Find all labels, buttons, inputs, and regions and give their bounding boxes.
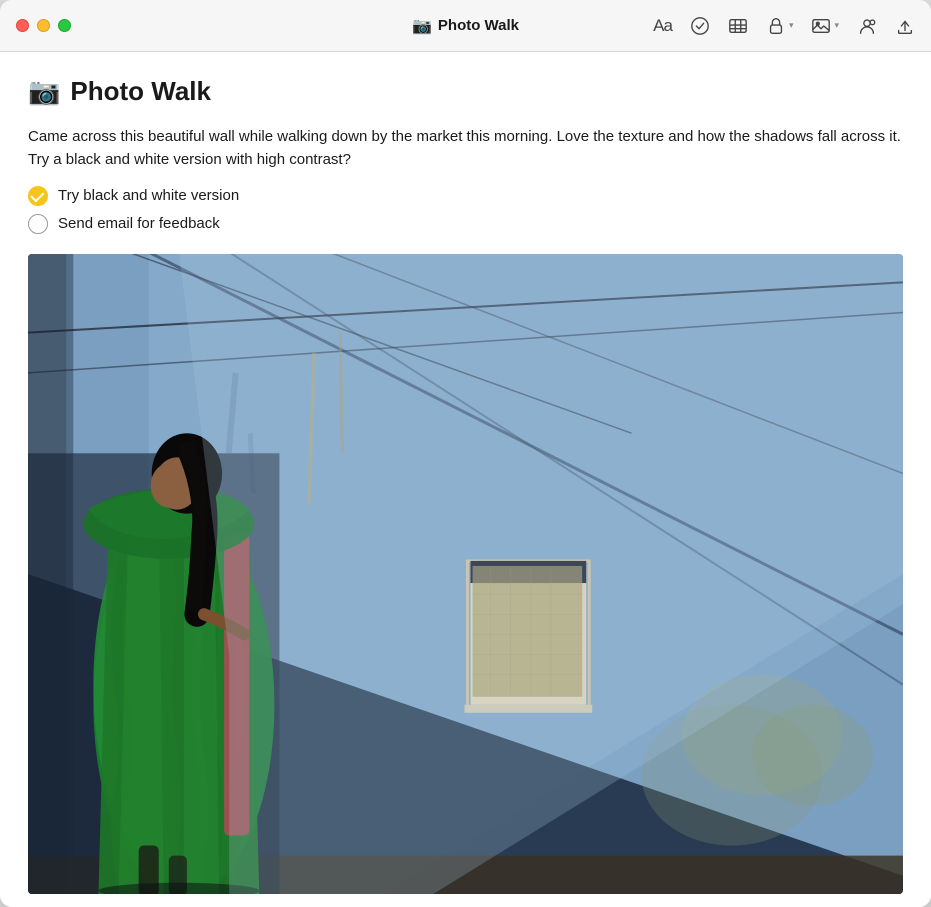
checklist-item-1[interactable]: Try black and white version	[28, 186, 903, 206]
checkbox-1[interactable]	[28, 186, 48, 206]
table-button[interactable]	[728, 16, 748, 36]
share-icon	[895, 16, 915, 36]
font-button[interactable]: Aa	[653, 16, 672, 36]
checklist: Try black and white version Send email f…	[28, 186, 903, 234]
checklist-item-1-label: Try black and white version	[58, 187, 239, 204]
font-icon: Aa	[653, 16, 672, 36]
minimize-button[interactable]	[37, 19, 50, 32]
app-window: 📷 Photo Walk Aa	[0, 0, 931, 907]
titlebar: 📷 Photo Walk Aa	[0, 0, 931, 52]
titlebar-title: Photo Walk	[438, 17, 519, 34]
lock-icon	[766, 16, 786, 36]
traffic-lights	[16, 19, 71, 32]
media-button[interactable]: ▾	[811, 16, 839, 36]
photo-scene-svg	[28, 254, 903, 894]
maximize-button[interactable]	[58, 19, 71, 32]
media-icon	[811, 16, 831, 36]
checklist-item-2[interactable]: Send email for feedback	[28, 214, 903, 234]
checkbox-2[interactable]	[28, 214, 48, 234]
note-body[interactable]: Came across this beautiful wall while wa…	[28, 125, 903, 172]
media-dropdown-arrow: ▾	[834, 20, 839, 31]
note-title-row: 📷 Photo Walk	[28, 76, 903, 107]
toolbar: Aa	[653, 16, 915, 36]
collab-icon	[857, 16, 877, 36]
note-content: 📷 Photo Walk Came across this beautiful …	[0, 52, 931, 907]
table-icon	[728, 16, 748, 36]
note-title[interactable]: Photo Walk	[70, 76, 211, 107]
titlebar-note-icon: 📷	[412, 16, 432, 36]
collab-button[interactable]	[857, 16, 877, 36]
lock-button[interactable]: ▾	[766, 16, 794, 36]
share-button[interactable]	[895, 16, 915, 36]
checklist-button[interactable]	[690, 16, 710, 36]
lock-dropdown-arrow: ▾	[789, 20, 794, 31]
titlebar-center: 📷 Photo Walk	[412, 16, 519, 36]
check-icon	[690, 16, 710, 36]
note-title-icon: 📷	[28, 76, 60, 107]
note-image	[28, 254, 903, 894]
checklist-item-2-label: Send email for feedback	[58, 215, 220, 232]
close-button[interactable]	[16, 19, 29, 32]
